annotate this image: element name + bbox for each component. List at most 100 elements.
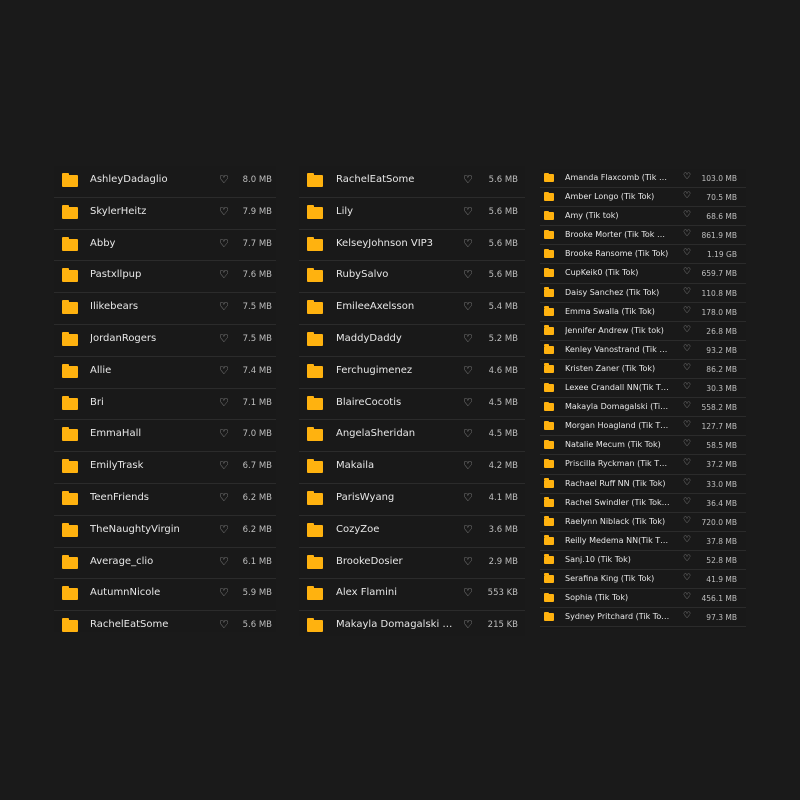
folder-name[interactable]: Jennifer Andrew (Tik tok) [565,326,673,335]
folder-row[interactable]: MaddyDaddy ♡ 5.2 MB [299,325,525,357]
heart-icon[interactable]: ♡ [463,396,473,409]
folder-row[interactable]: Bri ♡ 7.1 MB [54,389,276,421]
folder-name[interactable]: EmileeAxelsson [336,301,454,312]
folder-name[interactable]: CozyZoe [336,524,454,535]
folder-row[interactable]: TheNaughtyVirgin ♡ 6.2 MB [54,516,276,548]
folder-name[interactable]: Natalie Mecum (Tik Tok) [565,440,673,449]
folder-row[interactable]: Amber Longo (Tik Tok) ♡ 70.5 MB [540,188,746,208]
folder-name[interactable]: MaddyDaddy [336,333,454,344]
heart-icon[interactable]: ♡ [683,191,691,201]
folder-name[interactable]: Abby [90,238,208,249]
folder-name[interactable]: Ferchugimenez [336,365,454,376]
heart-icon[interactable]: ♡ [683,439,691,449]
folder-row[interactable]: RubySalvo ♡ 5.6 MB [299,261,525,294]
heart-icon[interactable]: ♡ [219,618,229,631]
folder-row[interactable]: Average_clio ♡ 6.1 MB [54,548,276,580]
heart-icon[interactable]: ♡ [683,248,691,258]
folder-row[interactable]: Natalie Mecum (Tik Tok) ♡ 58.5 MB [540,436,746,456]
folder-name[interactable]: RachelEatSome [336,174,454,185]
folder-row[interactable]: EmmaHall ♡ 7.0 MB [54,420,276,453]
folder-row[interactable]: Jennifer Andrew (Tik tok) ♡ 26.8 MB [540,322,746,341]
folder-row[interactable]: TeenFriends ♡ 6.2 MB [54,484,276,516]
folder-name[interactable]: RachelEatSome [90,619,208,630]
heart-icon[interactable]: ♡ [683,287,691,297]
folder-name[interactable]: EmmaHall [90,428,208,439]
folder-name[interactable]: Daisy Sanchez (Tik Tok) [565,288,673,297]
folder-row[interactable]: ParisWyang ♡ 4.1 MB [299,484,525,516]
folder-name[interactable]: ParisWyang [336,492,454,503]
folder-name[interactable]: Makayla Domagalski (Ti… [565,402,673,411]
folder-name[interactable]: Priscilla Ryckman (Tik T… [565,459,673,468]
folder-row[interactable]: Pastxllpup ♡ 7.6 MB [54,261,276,294]
folder-name[interactable]: Average_clio [90,556,208,567]
heart-icon[interactable]: ♡ [683,478,691,488]
folder-name[interactable]: Raelynn Niblack (Tik Tok) [565,517,673,526]
folder-name[interactable]: Amber Longo (Tik Tok) [565,192,673,201]
folder-row[interactable]: Allie ♡ 7.4 MB [54,357,276,389]
folder-name[interactable]: CupKeik0 (Tik Tok) [565,268,673,277]
heart-icon[interactable]: ♡ [683,382,691,392]
heart-icon[interactable]: ♡ [219,427,229,440]
folder-name[interactable]: Kenley Vanostrand (Tik … [565,345,673,354]
folder-name[interactable]: Lily [336,206,454,217]
heart-icon[interactable]: ♡ [219,268,229,281]
heart-icon[interactable]: ♡ [463,173,473,186]
folder-name[interactable]: Brooke Morter (Tik Tok … [565,230,673,239]
folder-row[interactable]: KelseyJohnson VIP3 ♡ 5.6 MB [299,230,525,262]
folder-row[interactable]: Serafina King (Tik Tok) ♡ 41.9 MB [540,570,746,590]
folder-name[interactable]: Kristen Zaner (Tik Tok) [565,364,673,373]
folder-row[interactable]: SkylerHeitz ♡ 7.9 MB [54,198,276,230]
folder-name[interactable]: BrookeDosier [336,556,454,567]
folder-name[interactable]: Makayla Domagalski (T… [336,619,454,630]
heart-icon[interactable]: ♡ [683,535,691,545]
heart-icon[interactable]: ♡ [463,491,473,504]
heart-icon[interactable]: ♡ [219,237,229,250]
folder-name[interactable]: JordanRogers [90,333,208,344]
heart-icon[interactable]: ♡ [219,205,229,218]
folder-name[interactable]: SkylerHeitz [90,206,208,217]
folder-row[interactable]: EmileeAxelsson ♡ 5.4 MB [299,293,525,325]
folder-row[interactable]: CozyZoe ♡ 3.6 MB [299,516,525,548]
heart-icon[interactable]: ♡ [463,427,473,440]
heart-icon[interactable]: ♡ [463,459,473,472]
heart-icon[interactable]: ♡ [683,401,691,411]
folder-row[interactable]: Kristen Zaner (Tik Tok) ♡ 86.2 MB [540,360,746,380]
folder-row[interactable]: Makayla Domagalski (Ti… ♡ 558.2 MB [540,398,746,418]
folder-row[interactable]: Sanj.10 (Tik Tok) ♡ 52.8 MB [540,551,746,570]
folder-row[interactable]: Priscilla Ryckman (Tik T… ♡ 37.2 MB [540,455,746,475]
folder-name[interactable]: Reilly Medema NN(Tik T… [565,536,673,545]
heart-icon[interactable]: ♡ [463,586,473,599]
heart-icon[interactable]: ♡ [683,516,691,526]
heart-icon[interactable]: ♡ [219,555,229,568]
heart-icon[interactable]: ♡ [463,237,473,250]
folder-name[interactable]: AshleyDadaglio [90,174,208,185]
folder-name[interactable]: AngelaSheridan [336,428,454,439]
folder-row[interactable]: AshleyDadaglio ♡ 8.0 MB [54,166,276,198]
folder-name[interactable]: BlaireCocotis [336,397,454,408]
folder-name[interactable]: Sydney Pritchard (Tik To… [565,612,673,621]
folder-name[interactable]: Pastxllpup [90,269,208,280]
heart-icon[interactable]: ♡ [463,364,473,377]
folder-row[interactable]: Ilikebears ♡ 7.5 MB [54,293,276,325]
folder-name[interactable]: Amanda Flaxcomb (Tik … [565,173,673,182]
folder-name[interactable]: Makaila [336,460,454,471]
folder-name[interactable]: Rachael Ruff NN (Tik Tok) [565,479,673,488]
folder-name[interactable]: Allie [90,365,208,376]
heart-icon[interactable]: ♡ [219,523,229,536]
folder-row[interactable]: AutumnNicole ♡ 5.9 MB [54,579,276,612]
folder-row[interactable]: Brooke Ransome (Tik Tok) ♡ 1.19 GB [540,245,746,265]
folder-row[interactable]: Amy (Tik tok) ♡ 68.6 MB [540,207,746,227]
folder-name[interactable]: TheNaughtyVirgin [90,524,208,535]
folder-name[interactable]: Lexee Crandall NN(Tik T… [565,383,673,392]
heart-icon[interactable]: ♡ [463,555,473,568]
folder-name[interactable]: Sanj.10 (Tik Tok) [565,555,673,564]
folder-row[interactable]: Emma Swalla (Tik Tok) ♡ 178.0 MB [540,303,746,322]
heart-icon[interactable]: ♡ [463,205,473,218]
folder-row[interactable]: Makaila ♡ 4.2 MB [299,452,525,484]
heart-icon[interactable]: ♡ [463,618,473,631]
folder-row[interactable]: Makayla Domagalski (T… ♡ 215 KB [299,611,525,636]
folder-row[interactable]: Abby ♡ 7.7 MB [54,230,276,262]
folder-row[interactable]: Rachael Ruff NN (Tik Tok) ♡ 33.0 MB [540,475,746,494]
heart-icon[interactable]: ♡ [683,210,691,220]
folder-row[interactable]: Raelynn Niblack (Tik Tok) ♡ 720.0 MB [540,513,746,532]
